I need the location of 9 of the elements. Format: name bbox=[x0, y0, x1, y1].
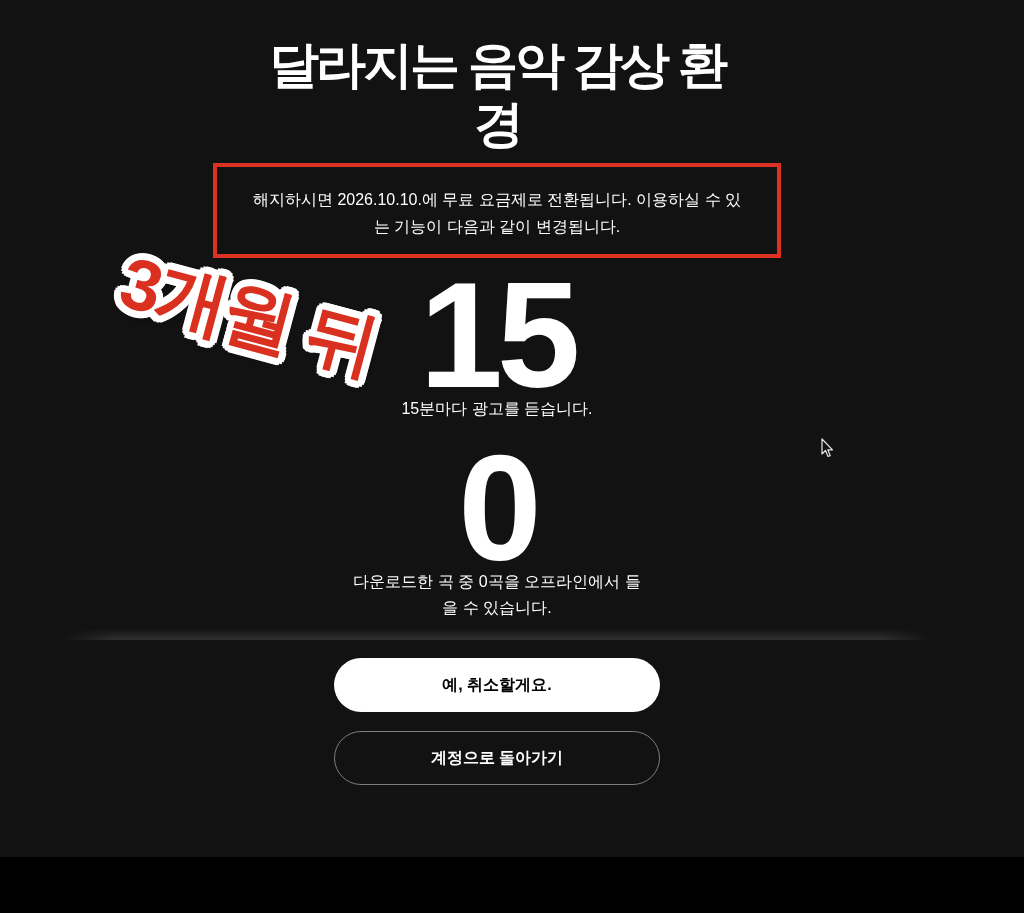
notice-text: 해지하시면 2026.10.10.에 무료 요금제로 전환됩니다. 이용하실 수 있는 기능이 다음과 같이 변경됩니다. bbox=[251, 190, 743, 237]
mouse-pointer-icon bbox=[821, 438, 834, 458]
page-title: 달라지는 음악 감상 환경 bbox=[268, 36, 727, 154]
sticker-text: 3개월 뒤 bbox=[111, 240, 386, 389]
stat-description: 15분마다 광고를 듣습니다. bbox=[400, 399, 594, 419]
stat-number: 0 bbox=[458, 448, 536, 568]
stat-number: 15 bbox=[419, 275, 575, 395]
confirm-button[interactable]: 예, 취소할게요. bbox=[334, 658, 660, 712]
stat-description: 다운로드한 곡 중 0곡을 오프라인에서 들을 수 있습니다. bbox=[352, 572, 642, 618]
